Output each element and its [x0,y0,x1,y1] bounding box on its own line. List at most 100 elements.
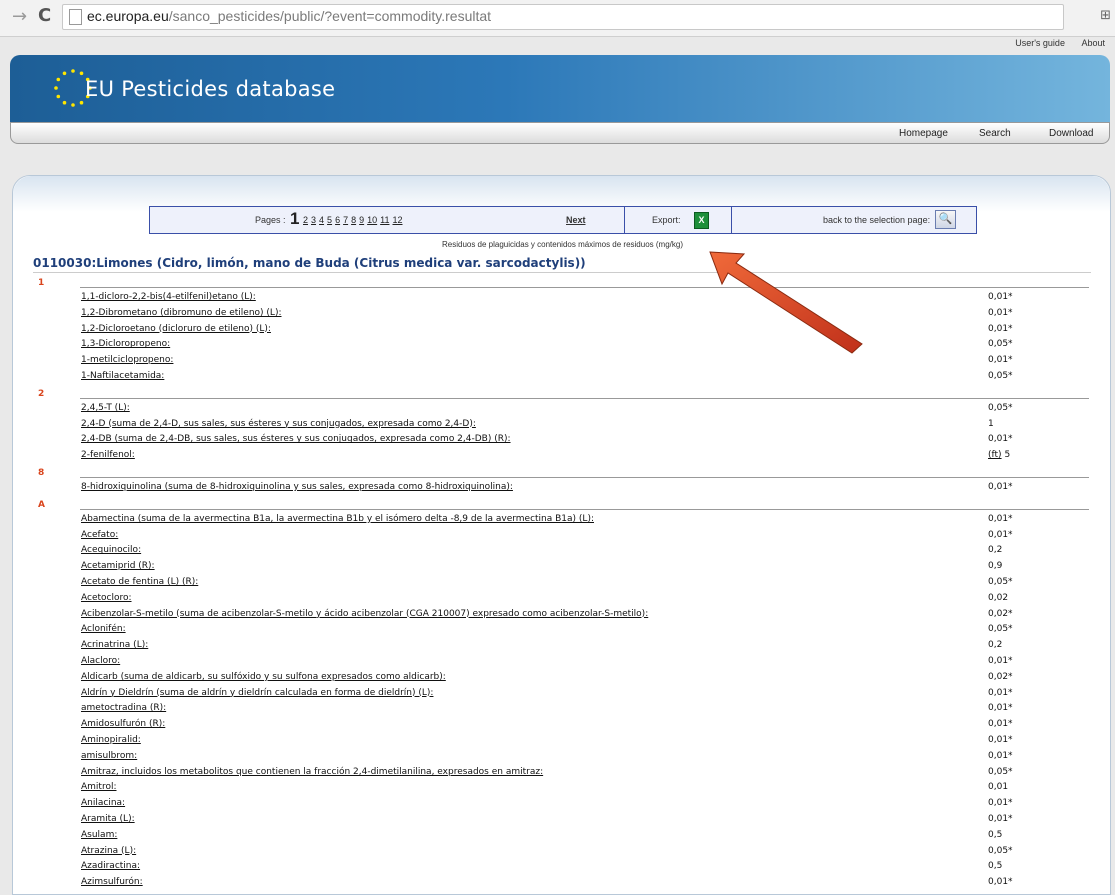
pesticide-name-link[interactable]: Acetato de fentina (L) (R): [81,577,198,587]
page-link[interactable]: 2 [303,215,308,225]
pesticide-name-link[interactable]: Atrazina (L): [81,846,136,856]
mrl-value: 0,01* [988,529,1013,540]
pesticide-name-link[interactable]: Aminopiralid: [81,735,141,745]
page-link[interactable]: 6 [335,215,340,225]
mrl-value: 0,01* [988,750,1013,761]
pesticide-name-link[interactable]: Aclonifén: [81,624,126,634]
mrl-value: 0,05* [988,402,1013,413]
mrl-value: 0,01* [988,434,1013,445]
page-link[interactable]: 12 [392,215,402,225]
table-subtitle: Residuos de plaguicidas y contenidos máx… [441,240,683,249]
pesticide-name-link[interactable]: Acetamiprid (R): [81,561,155,571]
mrl-value: 0,05* [988,845,1013,856]
pesticide-name-link[interactable]: Azimsulfurón: [81,877,143,887]
pesticide-name-link[interactable]: 1,3-Dicloropropeno: [81,339,170,349]
pesticide-name-link[interactable]: 2,4,5-T (L): [81,403,130,413]
pesticide-name-link[interactable]: 1,1-dicloro-2,2-bis(4-etilfenil)etano (L… [81,292,256,302]
address-bar[interactable]: ec.europa.eu/sanco_pesticides/public/?ev… [62,4,1064,30]
page-link[interactable]: 5 [327,215,332,225]
current-page: 1 [290,209,300,228]
mrl-value: 0,01* [988,877,1013,888]
group-letter: 1 [38,278,45,288]
page-link[interactable]: 3 [311,215,316,225]
pesticide-name-link[interactable]: Acrinatrina (L): [81,640,148,650]
next-page-link[interactable]: Next [566,215,586,225]
pesticide-name-link[interactable]: Aldrín y Dieldrín (suma de aldrín y diel… [81,688,433,698]
pesticide-name-link[interactable]: Acequinocilo: [81,545,141,555]
page-link[interactable]: 11 [380,215,389,225]
pesticide-name-link[interactable]: Amitraz, incluidos los metabolitos que c… [81,767,543,777]
group-letter: 8 [38,468,45,478]
pesticide-name-link[interactable]: Acibenzolar-S-metilo (suma de acibenzola… [81,609,648,619]
mrl-value: 0,9 [988,561,1003,572]
url-text: ec.europa.eu/sanco_pesticides/public/?ev… [87,8,492,24]
pesticide-name-link[interactable]: Aldicarb (suma de aldicarb, su sulfóxido… [81,672,446,682]
pagination-bar: Pages : 1 2 3 4 5 6 7 8 9 10 11 12 Next Export: X … [149,206,977,234]
pesticide-name-link[interactable]: Abamectina (suma de la avermectina B1a, … [81,514,594,524]
pesticide-name-link[interactable]: Azadiractina: [81,861,140,871]
mrl-value: 0,02* [988,608,1013,619]
pesticide-name-link[interactable]: Amidosulfurón (R): [81,719,165,729]
page-links: 2 3 4 5 6 7 8 9 10 11 12 [303,215,406,225]
pesticide-name-link[interactable]: 1,2-Dibrometano (dibromuno de etileno) (… [81,308,282,318]
mrl-value: 0,01* [988,656,1013,666]
top-links: User's guide About [1001,38,1105,48]
back-to-selection-search-icon[interactable]: 🔍 [935,210,956,229]
pesticide-name-link[interactable]: Anilacina: [81,798,125,808]
nav-download[interactable]: Download [1049,128,1093,139]
pesticide-name-link[interactable]: ametoctradina (R): [81,703,166,713]
pesticide-name-link[interactable]: Amitrol: [81,782,117,792]
mrl-value: 0,01* [988,687,1013,698]
mrl-value: 0,2 [988,545,1003,556]
mrl-value: 0,01 [988,782,1009,793]
browser-toolbar: → C ec.europa.eu/sanco_pesticides/public… [0,0,1115,37]
pages-label: Pages : [255,215,286,225]
users-guide-link[interactable]: User's guide [1015,38,1065,48]
mrl-value: 0,2 [988,640,1003,651]
page-link[interactable]: 9 [359,215,364,225]
pesticide-name-link[interactable]: Aramita (L): [81,814,135,824]
page-link[interactable]: 7 [343,215,348,225]
mrl-value: 0,05* [988,766,1013,777]
pesticide-name-link[interactable]: 8-hidroxiquinolina (suma de 8-hidroxiqui… [81,482,513,492]
pesticide-name-link[interactable]: 1-metilciclopropeno: [81,355,173,365]
mrl-value: 0,05* [988,577,1013,587]
mrl-value: 0,01* [988,703,1013,714]
nav-homepage[interactable]: Homepage [899,128,948,139]
mrl-value: 0,02* [988,671,1013,682]
mrl-value: 0,01* [988,482,1013,492]
mrl-value: 1 [988,418,994,429]
page-link[interactable]: 8 [351,215,356,225]
pesticide-name-link[interactable]: 1,2-Dicloroetano (dicloruro de etileno) … [81,324,271,334]
reload-icon[interactable]: C [38,5,51,26]
page-icon [69,9,82,25]
mrl-value: 0,01* [988,735,1013,745]
nav-search[interactable]: Search [979,128,1011,139]
mrl-value: 0,05* [988,339,1013,350]
pesticide-name-link[interactable]: Acetocloro: [81,593,132,603]
group-letter: A [38,499,45,510]
page-link[interactable]: 4 [319,215,324,225]
about-link[interactable]: About [1081,38,1105,48]
pesticide-name-link[interactable]: amisulbrom: [81,751,137,761]
content-panel: Pages : 1 2 3 4 5 6 7 8 9 10 11 12 Next Export: X … [12,175,1111,895]
group-letter: 2 [38,388,45,399]
mrl-value: 0,01* [988,798,1013,809]
pesticide-name-link[interactable]: 2,4-DB (suma de 2,4-DB, sus sales, sus é… [81,434,511,444]
pesticide-name-link[interactable]: Asulam: [81,830,117,840]
footnote-flag-link[interactable]: (ft) [988,450,1002,460]
excel-export-icon[interactable]: X [694,212,709,229]
mrl-value: 0,01* [988,355,1013,366]
pesticide-name-link[interactable]: Acefato: [81,530,118,540]
mrl-value: (ft) 5 [988,450,1011,461]
pesticide-name-link[interactable]: 2,4-D (suma de 2,4-D, sus sales, sus ést… [81,419,476,429]
page-link[interactable]: 10 [367,215,377,225]
commodity-title: 0110030:Limones (Cidro, limón, mano de B… [33,256,586,270]
translate-icon[interactable]: ⊞ [1100,8,1111,23]
back-arrow-icon[interactable]: → [12,6,27,27]
pesticide-name-link[interactable]: 2-fenilfenol: [81,450,135,460]
site-title: EU Pesticides database [85,77,336,101]
pesticide-name-link[interactable]: 1-Naftilacetamida: [81,371,164,381]
mrl-value: 0,01* [988,513,1013,524]
pesticide-name-link[interactable]: Alacloro: [81,656,120,666]
